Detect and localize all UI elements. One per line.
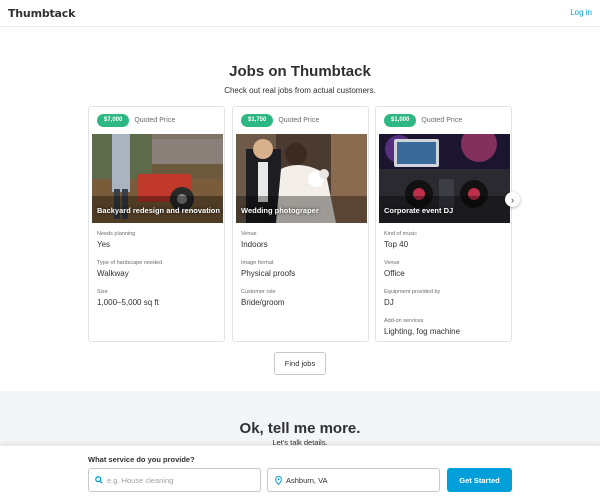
price-row: $1,000 Quoted Price xyxy=(384,114,462,127)
field-value: Yes xyxy=(97,240,111,249)
site-header: Thumbtack Log in xyxy=(0,0,600,27)
field-label: Size xyxy=(97,289,108,295)
job-photo: Wedding photograper xyxy=(236,134,367,223)
find-jobs-button[interactable]: Find jobs xyxy=(274,352,326,375)
get-started-button[interactable]: Get Started xyxy=(447,468,512,492)
job-title: Wedding photograper xyxy=(241,206,319,215)
sticky-search-bar: What service do you provide? Get Started xyxy=(0,445,600,501)
job-details: Needs planning Yes Type of hardscape nee… xyxy=(97,231,218,318)
carousel-next-button[interactable]: › xyxy=(505,192,520,207)
price-label: Quoted Price xyxy=(278,117,320,124)
field-label: Image format xyxy=(241,260,274,266)
location-input[interactable] xyxy=(286,475,426,485)
section-title: Jobs on Thumbtack xyxy=(229,63,371,80)
section-subtitle: Check out real jobs from actual customer… xyxy=(224,86,376,95)
location-field[interactable] xyxy=(267,468,440,492)
job-photo: Corporate event DJ xyxy=(379,134,510,223)
job-photo: Backyard redesign and renovation xyxy=(92,134,223,223)
price-row: $1,750 Quoted Price xyxy=(241,114,319,127)
field-label: Customer role xyxy=(241,289,276,295)
price-badge: $1,750 xyxy=(241,114,274,127)
job-title: Backyard redesign and renovation xyxy=(97,206,220,215)
field-label: Equipment provided by xyxy=(384,289,441,295)
job-title: Corporate event DJ xyxy=(384,206,454,215)
price-label: Quoted Price xyxy=(421,117,463,124)
job-card[interactable]: $1,750 Quoted Price Wedding photograper … xyxy=(232,106,369,342)
chevron-right-icon: › xyxy=(511,194,514,205)
price-badge: $1,000 xyxy=(384,114,417,127)
field-label: Kind of music xyxy=(384,231,418,237)
search-icon xyxy=(91,476,107,484)
field-label: Type of hardscape needed xyxy=(97,260,163,266)
job-details: Kind of music Top 40 Venue Office Equipm… xyxy=(384,231,505,347)
field-label: Venue xyxy=(241,231,257,237)
field-value: Office xyxy=(384,269,405,278)
field-label: Venue xyxy=(384,260,400,266)
service-question-label: What service do you provide? xyxy=(88,455,195,464)
job-details: Venue Indoors Image format Physical proo… xyxy=(241,231,362,318)
price-row: $7,000 Quoted Price xyxy=(97,114,175,127)
tell-more-title: Ok, tell me more. xyxy=(239,420,361,437)
job-card[interactable]: $7,000 Quoted Price Backyard redesign an… xyxy=(88,106,225,342)
service-input[interactable] xyxy=(107,475,247,485)
price-label: Quoted Price xyxy=(134,117,176,124)
service-search-field[interactable] xyxy=(88,468,261,492)
field-value: 1,000–5,000 sq ft xyxy=(97,298,159,307)
field-value: Bride/groom xyxy=(241,298,285,307)
job-card[interactable]: $1,000 Quoted Price Corporate event DJ K… xyxy=(375,106,512,342)
price-badge: $7,000 xyxy=(97,114,130,127)
field-value: Physical proofs xyxy=(241,269,296,278)
thumbtack-logo[interactable]: Thumbtack xyxy=(8,7,75,20)
field-value: Walkway xyxy=(97,269,129,278)
field-value: Indoors xyxy=(241,240,268,249)
field-label: Add-on services xyxy=(384,318,424,324)
field-label: Needs planning xyxy=(97,231,136,237)
field-value: Top 40 xyxy=(384,240,409,249)
login-link[interactable]: Log in xyxy=(570,8,592,17)
field-value: DJ xyxy=(384,298,394,307)
location-pin-icon xyxy=(270,475,286,485)
field-value: Lighting, fog machine xyxy=(384,327,461,336)
